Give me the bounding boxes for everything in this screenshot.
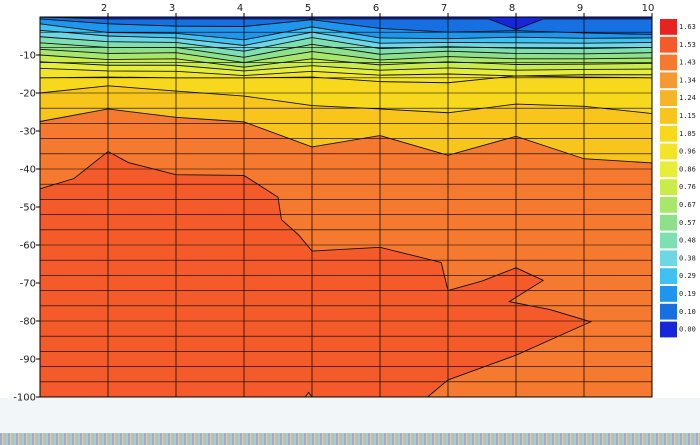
colorbar-swatch bbox=[660, 19, 677, 35]
colorbar-label: 0.48 bbox=[679, 237, 696, 245]
x-tick-label: 6 bbox=[373, 3, 379, 14]
colorbar-label: 0.38 bbox=[679, 254, 696, 262]
y-tick-label: -60 bbox=[20, 241, 36, 252]
colorbar-swatch bbox=[660, 54, 677, 71]
colorbar-swatch bbox=[660, 268, 677, 284]
x-tick-label: 5 bbox=[305, 3, 311, 14]
x-tick-label: 3 bbox=[169, 3, 175, 14]
x-tick-label: 4 bbox=[237, 3, 243, 14]
colorbar-swatch bbox=[660, 232, 677, 249]
colorbar-swatch bbox=[660, 197, 677, 213]
y-tick-label: -30 bbox=[20, 127, 36, 138]
y-tick-label: -10 bbox=[20, 51, 36, 62]
colorbar-label: 0.57 bbox=[679, 219, 696, 227]
y-axis-ticks: -10 -20 -30 -40 -50 -60 -70 -80 -90 -100 bbox=[13, 51, 40, 404]
x-tick-label: 7 bbox=[441, 3, 447, 14]
colorbar-swatch bbox=[660, 214, 677, 231]
colorbar-label: 1.43 bbox=[679, 59, 696, 67]
colorbar-swatch bbox=[660, 179, 677, 195]
colorbar-swatch bbox=[660, 125, 677, 142]
colorbar-label: 0.00 bbox=[679, 326, 696, 334]
colorbar-label: 0.76 bbox=[679, 183, 696, 191]
colorbar-swatch bbox=[660, 286, 677, 302]
colorbar-label: 1.34 bbox=[679, 76, 696, 84]
colorbar-swatch bbox=[660, 303, 677, 320]
colorbar-label: 1.24 bbox=[679, 94, 696, 102]
colorbar-swatch bbox=[660, 90, 677, 106]
colorbar-label: 1.63 bbox=[679, 23, 696, 31]
y-tick-label: -40 bbox=[20, 165, 36, 176]
y-tick-label: -50 bbox=[20, 203, 36, 214]
colorbar-label: 1.15 bbox=[679, 112, 696, 120]
colorbar-swatch bbox=[660, 72, 677, 89]
colorbar-label: 1.05 bbox=[679, 130, 696, 138]
x-tick-label: 10 bbox=[642, 3, 655, 14]
colorbar-label: 0.96 bbox=[679, 148, 696, 156]
colorbar-label: 0.10 bbox=[679, 308, 696, 316]
y-tick-label: -70 bbox=[20, 279, 36, 290]
colorbar: 1.63 1.53 1.43 1.34 1.24 1.15 1.05 0.96 0.86 0.76… bbox=[660, 19, 696, 338]
colorbar-swatch bbox=[660, 250, 677, 267]
contour-chart: 2 3 4 5 6 7 8 9 10 -10-20-30-40-50-60-70-80-90-1… bbox=[13, 3, 696, 404]
colorbar-label: 0.19 bbox=[679, 290, 696, 298]
colorbar-swatch bbox=[660, 143, 677, 160]
x-tick-label: 2 bbox=[101, 3, 107, 14]
x-tick-label: 8 bbox=[509, 3, 515, 14]
y-tick-label: -100 bbox=[13, 393, 36, 404]
y-tick-label: -80 bbox=[20, 317, 36, 328]
x-axis-ticks: 2 3 4 5 6 7 8 9 10 bbox=[101, 3, 655, 17]
colorbar-label: 0.86 bbox=[679, 165, 696, 173]
y-tick-label: -20 bbox=[20, 89, 36, 100]
colorbar-label: 0.67 bbox=[679, 201, 696, 209]
colorbar-label: 0.29 bbox=[679, 272, 696, 280]
contour-fills bbox=[40, 17, 652, 398]
colorbar-label: 1.53 bbox=[679, 41, 696, 49]
colorbar-swatch bbox=[660, 321, 677, 338]
colorbar-swatch bbox=[660, 36, 677, 53]
colorbar-swatch bbox=[660, 161, 677, 178]
x-tick-label: 9 bbox=[577, 3, 583, 14]
colorbar-swatch bbox=[660, 108, 677, 124]
y-tick-label: -90 bbox=[20, 355, 36, 366]
